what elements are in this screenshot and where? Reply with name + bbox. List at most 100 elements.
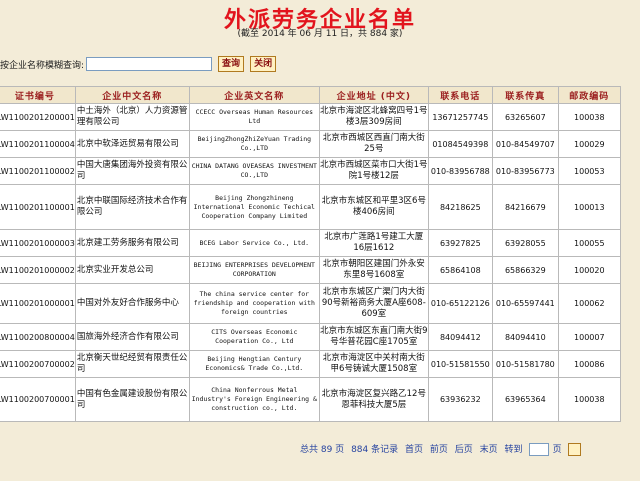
query-button[interactable]: 查询	[218, 56, 245, 72]
cert-no-cell: LW1100201100004	[0, 130, 76, 158]
en-name-cell: The china service center for friendship …	[188, 283, 320, 324]
cert-no-cell: LW1100201100001	[0, 184, 76, 230]
cn-name-cell: 中国有色金属建设股份有限公司	[74, 377, 190, 422]
prev-page-link[interactable]: 前页	[430, 445, 448, 455]
phone-cell: 84094412	[427, 323, 493, 351]
goto-page-input[interactable]	[528, 443, 549, 456]
table-row: LW1100201200001 中土海外（北京）人力资源管理有限公司 CCECC…	[0, 103, 621, 131]
fax-cell: 63265607	[491, 103, 559, 131]
header-fax: 联系传真	[491, 86, 559, 104]
cert-no-cell: LW1100200800004	[0, 323, 76, 351]
phone-cell: 63927825	[427, 229, 493, 257]
address-cell: 北京市东城区和平里3区6号楼406房间	[318, 184, 429, 230]
address-cell: 北京市东城区东直门南大街9号华普花园C座1705室	[318, 323, 429, 351]
header-address: 企业地址 (中文)	[318, 86, 429, 104]
address-cell: 北京市朝阳区建国门外永安东里8号1608室	[318, 256, 429, 284]
total-records-label: 884 条记录	[351, 445, 399, 455]
table-row: LW1100201100001 北京中联国际经济技术合作有限公司 Beijing…	[0, 184, 621, 230]
zip-cell: 100086	[557, 350, 621, 378]
zip-cell: 100013	[557, 184, 621, 230]
table-row: LW1100201100004 北京中软泽远贸易有限公司 BeijingZhon…	[0, 130, 621, 158]
search-input[interactable]	[86, 57, 213, 71]
phone-cell: 010-65122126	[427, 283, 493, 324]
address-cell: 北京市西城区菜市口大街1号院1号楼12层	[318, 157, 429, 185]
cn-name-cell: 北京实业开发总公司	[74, 256, 190, 284]
en-name-cell: CCECC Overseas Human Resources Ltd	[188, 103, 320, 131]
header-cn-name: 企业中文名称	[74, 86, 190, 104]
fax-cell: 84094410	[491, 323, 559, 351]
zip-cell: 100053	[557, 157, 621, 185]
cert-no-cell: LW1100201000003	[0, 229, 76, 257]
cert-no-cell: LW1100200700001	[0, 377, 76, 422]
cert-no-cell: LW1100201100002	[0, 157, 76, 185]
phone-cell: 84218625	[427, 184, 493, 230]
fax-cell: 63928055	[491, 229, 559, 257]
cn-name-cell: 国旅海外经济合作有限公司	[74, 323, 190, 351]
en-name-cell: China Nonferrous Metal Industry's Foreig…	[188, 377, 320, 422]
goto-button[interactable]	[568, 443, 582, 456]
search-bar: 按企业名称模糊查询: 查询 关闭	[0, 56, 277, 72]
cn-name-cell: 北京中软泽远贸易有限公司	[74, 130, 190, 158]
cn-name-cell: 中国大唐集团海外投资有限公司	[74, 157, 190, 185]
table-row: LW1100201000001 中国对外友好合作服务中心 The china s…	[0, 283, 621, 324]
address-cell: 北京市海淀区北蜂窝四号1号楼3层309房间	[318, 103, 429, 131]
fax-cell: 010-65597441	[491, 283, 559, 324]
page-subtitle: (截至 2014 年 06 月 11 日，共 884 家)	[237, 29, 403, 39]
enterprise-table: 证书编号 企业中文名称 企业英文名称 企业地址 (中文) 联系电话 联系传真 邮…	[0, 86, 621, 422]
header-cert-no: 证书编号	[0, 86, 76, 104]
zip-cell: 100020	[557, 256, 621, 284]
table-row: LW1100201000003 北京建工劳务服务有限公司 BCEG Labor …	[0, 229, 621, 257]
cn-name-cell: 北京衡天世纪经贸有限责任公司	[74, 350, 190, 378]
table-header-row: 证书编号 企业中文名称 企业英文名称 企业地址 (中文) 联系电话 联系传真 邮…	[0, 86, 621, 104]
pagination: 总共 89 页 884 条记录 首页 前页 后页 末页 转到 页	[300, 442, 585, 456]
header-zip: 邮政编码	[557, 86, 621, 104]
fax-cell: 010-83956773	[491, 157, 559, 185]
zip-cell: 100007	[557, 323, 621, 351]
last-page-link[interactable]: 末页	[480, 445, 498, 455]
zip-cell: 100038	[557, 103, 621, 131]
phone-cell: 63936232	[427, 377, 493, 422]
table-row: LW1100201000002 北京实业开发总公司 BEIJING ENTERP…	[0, 256, 621, 284]
table-row: LW1100200800004 国旅海外经济合作有限公司 CITS Overse…	[0, 323, 621, 351]
cn-name-cell: 北京建工劳务服务有限公司	[74, 229, 190, 257]
en-name-cell: CITS Overseas Economic Cooperation Co., …	[188, 323, 320, 351]
table-row: LW1100201100002 中国大唐集团海外投资有限公司 CHINA DAT…	[0, 157, 621, 185]
phone-cell: 010-51581550	[427, 350, 493, 378]
fax-cell: 65866329	[491, 256, 559, 284]
en-name-cell: Beijing Hengtian Century Economics& Trad…	[188, 350, 320, 378]
search-label: 按企业名称模糊查询:	[0, 60, 85, 71]
en-name-cell: Beijing Zhongzhineng International Econo…	[188, 184, 320, 230]
address-cell: 北京市广莲路1号建工大厦16层1612	[318, 229, 429, 257]
fax-cell: 84216679	[491, 184, 559, 230]
address-cell: 北京市海淀区中关村南大街甲6号铸诚大厦1508室	[318, 350, 429, 378]
table-row: LW1100200700001 中国有色金属建设股份有限公司 China Non…	[0, 377, 621, 422]
zip-cell: 100062	[557, 283, 621, 324]
header-en-name: 企业英文名称	[188, 86, 320, 104]
fax-cell: 010-51581780	[491, 350, 559, 378]
en-name-cell: BEIJING ENTERPRISES DEVELOPMENT CORPORAT…	[188, 256, 320, 284]
goto-label: 转到	[504, 445, 523, 455]
cn-name-cell: 中土海外（北京）人力资源管理有限公司	[74, 103, 190, 131]
address-cell: 北京市西城区西直门南大街25号	[318, 130, 429, 158]
close-button[interactable]: 关闭	[250, 56, 277, 72]
cert-no-cell: LW1100201200001	[0, 103, 76, 131]
phone-cell: 65864108	[427, 256, 493, 284]
zip-cell: 100038	[557, 377, 621, 422]
fax-cell: 010-84549707	[491, 130, 559, 158]
zip-cell: 100055	[557, 229, 621, 257]
page-suffix-label: 页	[552, 445, 562, 455]
cert-no-cell: LW1100200700002	[0, 350, 76, 378]
zip-cell: 100029	[557, 130, 621, 158]
next-page-link[interactable]: 后页	[455, 445, 473, 455]
phone-cell: 13671257745	[427, 103, 493, 131]
phone-cell: 01084549398	[427, 130, 493, 158]
total-pages-label: 总共 89 页	[300, 445, 345, 455]
first-page-link[interactable]: 首页	[405, 445, 423, 455]
cn-name-cell: 北京中联国际经济技术合作有限公司	[74, 184, 190, 230]
cert-no-cell: LW1100201000002	[0, 256, 76, 284]
address-cell: 北京市东城区广渠门内大街90号新裕商务大厦A座608-609室	[318, 283, 429, 324]
address-cell: 北京市海淀区复兴路乙12号恩菲科技大厦5层	[318, 377, 429, 422]
cert-no-cell: LW1100201000001	[0, 283, 76, 324]
table-row: LW1100200700002 北京衡天世纪经贸有限责任公司 Beijing H…	[0, 350, 621, 378]
en-name-cell: BCEG Labor Service Co., Ltd.	[188, 229, 320, 257]
